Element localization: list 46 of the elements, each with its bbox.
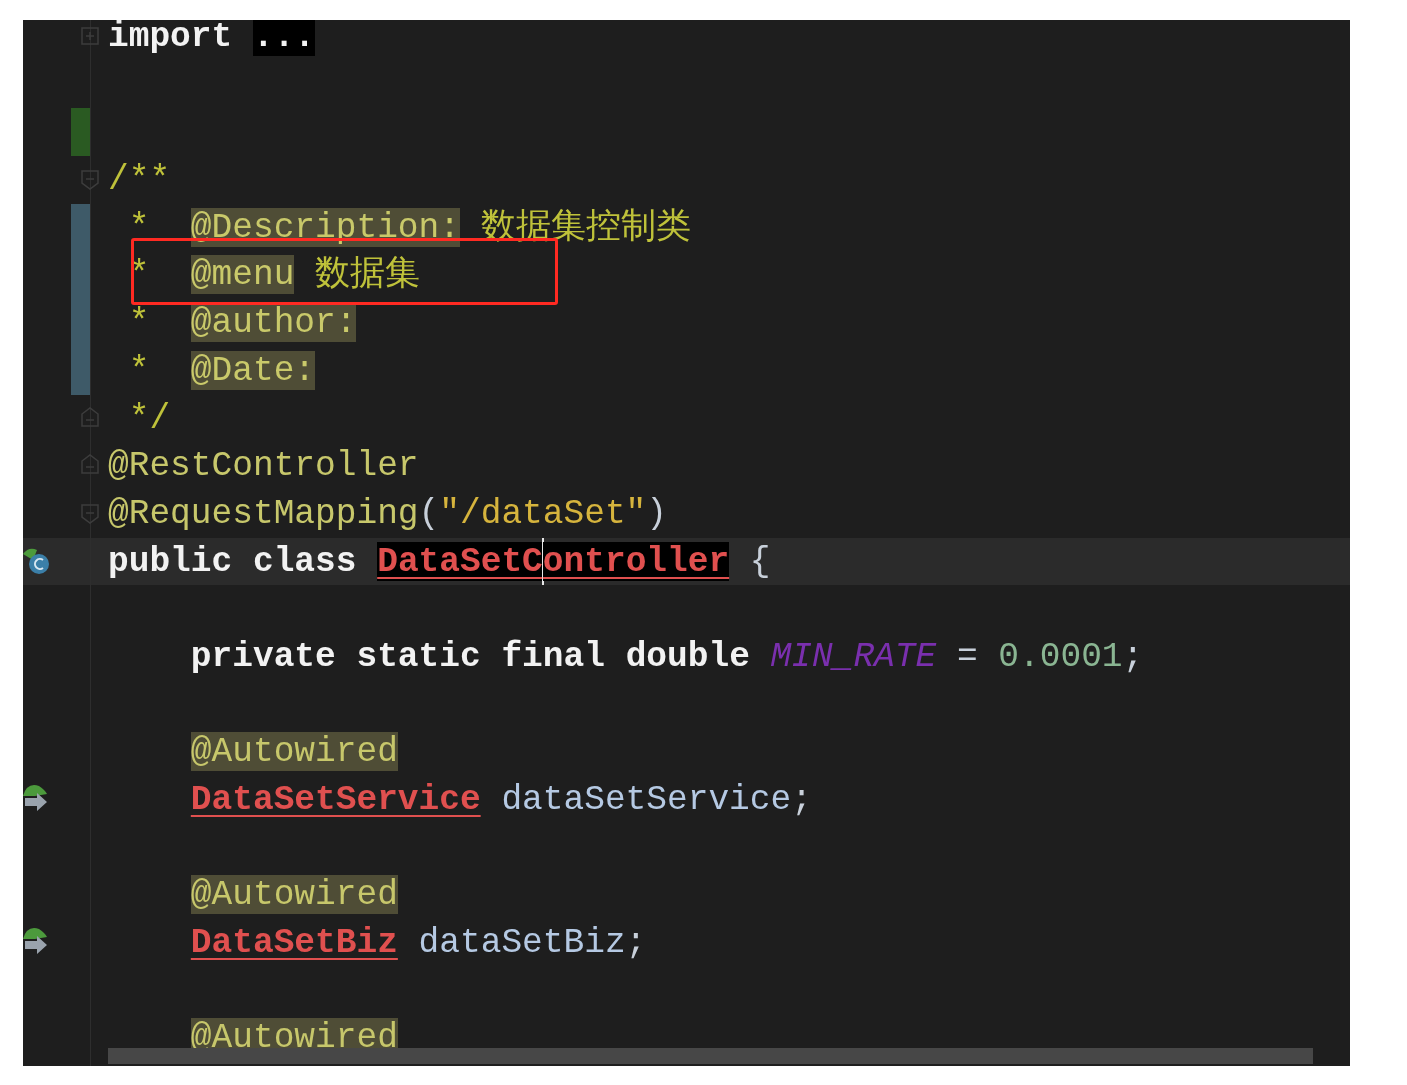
field-name: dataSetBiz — [418, 923, 626, 963]
fold-icon[interactable] — [79, 501, 101, 524]
constant-name: MIN_RATE — [770, 636, 937, 676]
annotation: @Autowired — [190, 875, 398, 915]
comment-text: /** — [108, 160, 171, 200]
string-literal: "/dataSet" — [439, 493, 647, 533]
keyword: final — [501, 636, 605, 676]
class-name: ontroller — [542, 541, 730, 581]
class-name: DataSetC — [377, 541, 543, 581]
field-name: dataSetService — [501, 780, 792, 819]
folded-code[interactable]: ... — [252, 20, 316, 56]
comment-text: * — [128, 350, 150, 390]
doc-tag: @author: — [190, 303, 357, 343]
comment-text: * — [128, 255, 150, 295]
fold-icon[interactable] — [79, 168, 101, 191]
punctuation: ; — [625, 923, 647, 963]
comment-text: * — [128, 207, 150, 247]
keyword: import — [108, 20, 233, 56]
punctuation: { — [749, 541, 771, 581]
horizontal-scrollbar[interactable] — [108, 1048, 1313, 1064]
punctuation: ; — [791, 780, 812, 819]
punctuation: ) — [646, 493, 668, 533]
class-name: DataSetBiz — [190, 923, 398, 963]
comment-text: 数据集 — [315, 255, 421, 295]
keyword: class — [252, 541, 357, 581]
doc-tag: @menu — [190, 255, 295, 295]
fold-icon[interactable] — [79, 454, 101, 477]
annotation: @RequestMapping — [108, 493, 419, 533]
punctuation: ; — [1122, 636, 1144, 676]
keyword: double — [625, 636, 750, 676]
annotation: @RestController — [108, 446, 419, 486]
keyword: static — [356, 636, 481, 676]
keyword: public — [108, 541, 233, 581]
annotation: @Autowired — [190, 732, 398, 772]
doc-tag: @Date: — [190, 350, 316, 390]
expand-fold-icon[interactable] — [79, 25, 101, 47]
punctuation: = — [956, 636, 978, 676]
comment-text: */ — [128, 398, 171, 438]
number-literal: 0.0001 — [998, 636, 1123, 676]
punctuation: ( — [418, 493, 440, 533]
text-caret — [541, 537, 544, 586]
fold-icon[interactable] — [79, 406, 101, 429]
comment-text: * — [128, 303, 150, 343]
class-name: DataSetService — [190, 780, 481, 819]
doc-tag: @Description: — [190, 207, 460, 247]
keyword: private — [190, 636, 336, 676]
